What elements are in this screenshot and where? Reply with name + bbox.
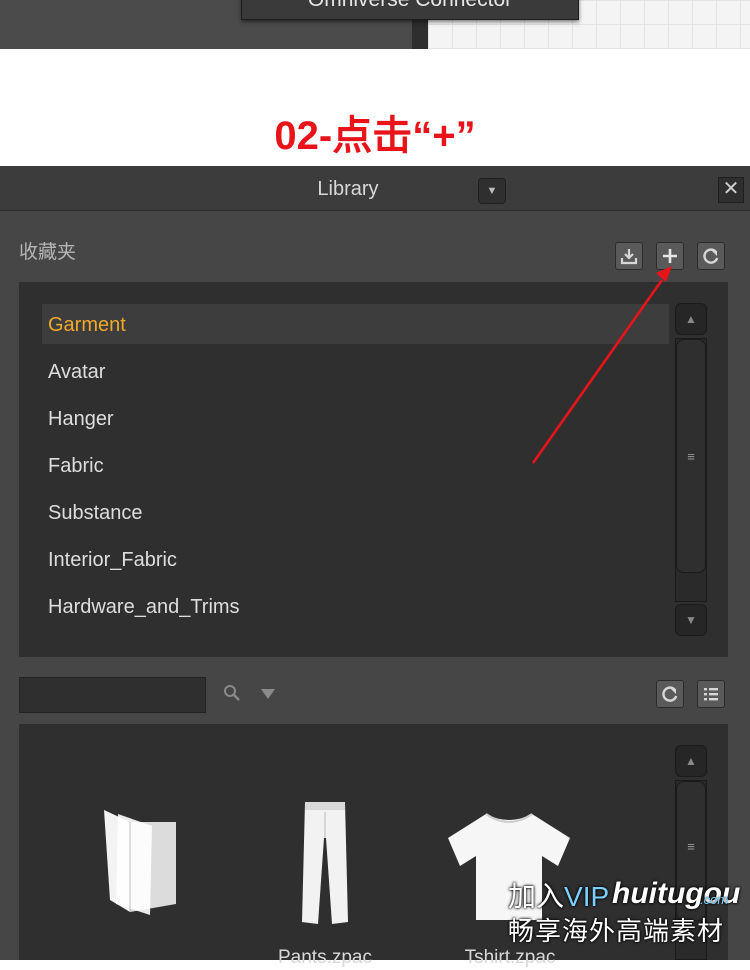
dropdown-arrow-icon: ▼: [486, 185, 498, 197]
filter-dropdown-icon[interactable]: [259, 686, 277, 707]
export-button[interactable]: [615, 242, 643, 270]
list-view-icon: [704, 688, 718, 701]
watermark-join-text: 加入VIP: [508, 881, 610, 912]
list-item-avatar[interactable]: Avatar: [48, 359, 648, 385]
grid-item-tshirt-label: Tshirt.zpac: [464, 947, 556, 968]
step-title: 02-点击“+”: [274, 114, 476, 158]
pants-thumbnail: [302, 802, 348, 924]
scroll-up-button[interactable]: ▲: [675, 303, 707, 335]
watermark-domain: .com: [700, 892, 729, 907]
arrow-up-icon: ▲: [685, 312, 697, 326]
scroll-down-button[interactable]: ▼: [675, 604, 707, 636]
close-button[interactable]: ✕: [718, 177, 744, 203]
list-item-garment[interactable]: Garment: [48, 312, 648, 338]
folder-icon: [104, 810, 176, 915]
grid-item-pants[interactable]: [290, 798, 360, 928]
favorites-label: 收藏夹: [19, 242, 77, 263]
refresh-icon: [703, 248, 719, 264]
grid-item-folder[interactable]: [90, 800, 190, 925]
watermark-slogan: 畅享海外高端素材: [508, 916, 725, 946]
list-item-hanger[interactable]: Hanger: [48, 406, 648, 432]
arrow-up-icon: ▲: [685, 754, 697, 768]
search-icon[interactable]: [222, 683, 242, 708]
scrollbar-thumb[interactable]: ≡: [676, 339, 706, 573]
list-item-hardware-and-trims[interactable]: Hardware_and_Trims: [48, 594, 648, 620]
refresh-grid-button[interactable]: [656, 680, 684, 708]
plus-icon: [663, 249, 677, 263]
refresh-favorites-button[interactable]: [697, 242, 725, 270]
refresh-icon: [662, 686, 678, 702]
arrow-down-icon: ▼: [685, 613, 697, 627]
list-item-fabric[interactable]: Fabric: [48, 453, 648, 479]
grid-item-pants-label: Pants.zpac: [278, 947, 372, 968]
library-dropdown-button[interactable]: ▼: [478, 178, 506, 204]
omniverse-connector-menu-item[interactable]: Omniverse Connector: [241, 0, 579, 20]
grid-scroll-up-button[interactable]: ▲: [675, 745, 707, 777]
search-input[interactable]: [19, 677, 206, 713]
add-favorite-button[interactable]: [656, 242, 684, 270]
library-title: Library: [317, 178, 379, 200]
list-item-interior-fabric[interactable]: Interior_Fabric: [48, 547, 648, 573]
list-item-substance[interactable]: Substance: [48, 500, 648, 526]
export-icon: [620, 249, 638, 265]
close-icon: ✕: [722, 178, 740, 200]
list-view-button[interactable]: [697, 680, 725, 708]
